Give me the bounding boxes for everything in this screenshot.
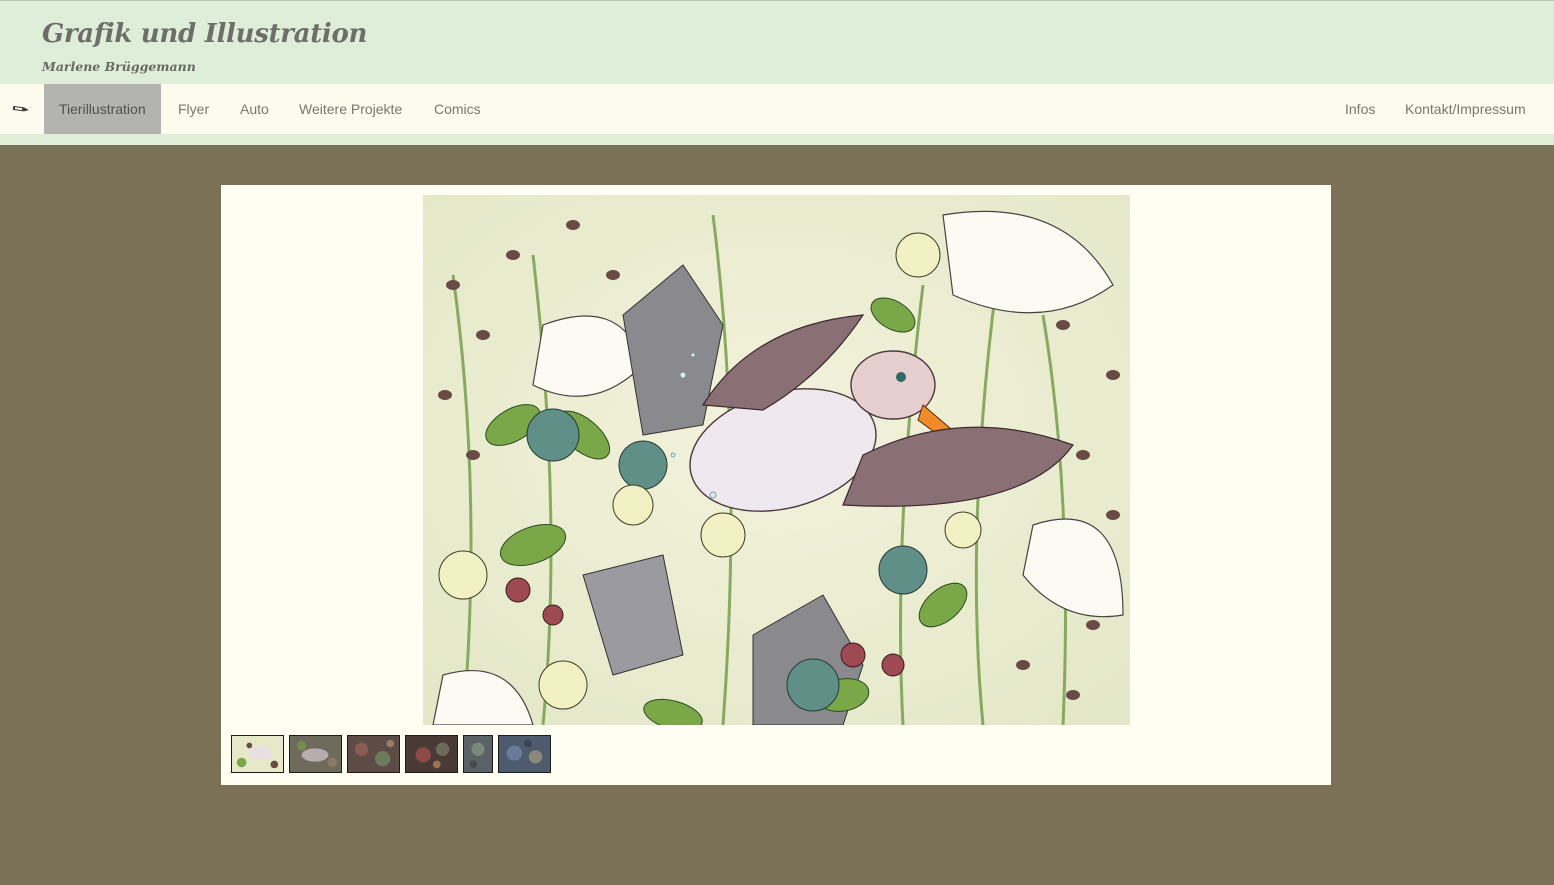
thumbnail-1[interactable]: [231, 735, 284, 773]
thumbnail-4[interactable]: [405, 735, 458, 773]
main-nav: [0, 84, 1554, 134]
thumbnail-2[interactable]: [289, 735, 342, 773]
thumbnail-3[interactable]: [347, 735, 400, 773]
site-title[interactable]: Grafik und Illustration: [42, 19, 367, 49]
gallery-panel: [221, 185, 1331, 785]
nav-item-weitere-projekte[interactable]: Weitere Projekte: [299, 84, 402, 134]
nav-divider-strip: [0, 134, 1554, 145]
site-subtitle: Marlene Brüggemann: [42, 59, 196, 74]
nav-item-auto[interactable]: Auto: [240, 84, 269, 134]
pencil-icon[interactable]: [12, 100, 30, 118]
nav-item-comics[interactable]: Comics: [434, 84, 481, 134]
nav-item-infos[interactable]: Infos: [1345, 84, 1375, 134]
thumbnail-5[interactable]: [463, 735, 493, 773]
main-illustration-image[interactable]: [423, 195, 1130, 725]
site-header: Grafik und Illustration Marlene Brüggema…: [0, 0, 1554, 84]
nav-item-kontakt-impressum[interactable]: Kontakt/Impressum: [1405, 84, 1526, 134]
nav-item-flyer[interactable]: Flyer: [178, 84, 209, 134]
thumbnail-6[interactable]: [498, 735, 551, 773]
nav-item-tierillustration[interactable]: Tierillustration: [44, 84, 161, 134]
